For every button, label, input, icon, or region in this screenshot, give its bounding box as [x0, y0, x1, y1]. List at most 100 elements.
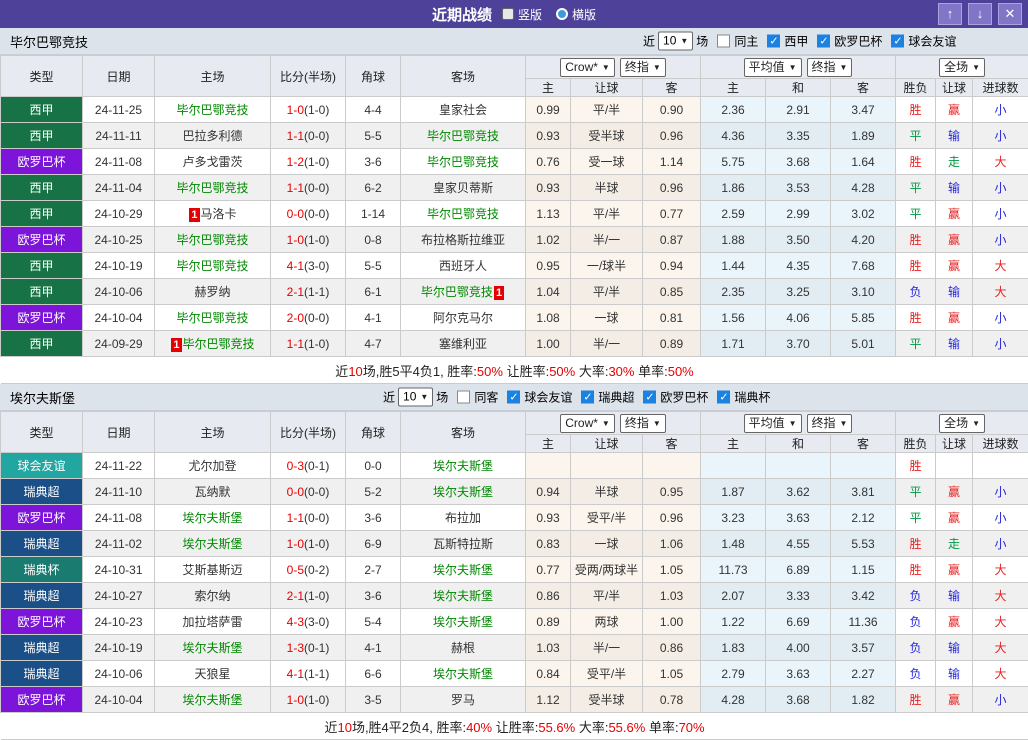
vertical-layout-radio[interactable]: 竖版 [502, 6, 542, 23]
column-header: 主场 [155, 412, 271, 453]
league-filter-checkbox[interactable] [581, 391, 594, 404]
score-cell: 1-1(0-0) [271, 175, 346, 201]
avg-home-odds: 2.36 [701, 97, 766, 123]
column-header: 主场 [155, 56, 271, 97]
full-match-select[interactable]: 全场▼ [939, 58, 985, 77]
match-row: 西甲24-10-06赫罗纳2-1(1-1)6-1毕尔巴鄂竞技11.04平/半0.… [1, 279, 1028, 305]
home-team-cell: 尤尔加登 [155, 453, 271, 479]
average-odds-select[interactable]: 平均值▼ [744, 414, 802, 433]
result-goals: 小 [973, 305, 1028, 331]
full-match-select-value: 全场 [944, 416, 968, 431]
near-count-select[interactable]: 10▼ [398, 388, 433, 407]
horizontal-layout-label: 横版 [572, 6, 596, 23]
final-odds-select[interactable]: 终指▼ [620, 58, 666, 77]
league-badge: 西甲 [1, 279, 83, 305]
home-team-cell: 赫罗纳 [155, 279, 271, 305]
league-badge: 欧罗巴杯 [1, 687, 83, 713]
avg-away-odds: 5.53 [831, 531, 896, 557]
score-cell: 2-0(0-0) [271, 305, 346, 331]
full-time-score: 0-5 [287, 563, 304, 577]
handicap-home-odds: 1.12 [526, 687, 571, 713]
near-count-select[interactable]: 10▼ [658, 32, 693, 51]
avg-home-odds: 11.73 [701, 557, 766, 583]
crow-odds-select[interactable]: Crow*▼ [560, 58, 615, 77]
away-team-cell: 埃尔夫斯堡 [401, 453, 526, 479]
summary-part: 55.6% [538, 720, 575, 735]
team-label: 毕尔巴鄂竞技 [427, 129, 499, 143]
result-goals: 小 [973, 531, 1028, 557]
result-outcome: 负 [896, 609, 936, 635]
sub-column-header: 主 [701, 435, 766, 453]
league-filter-checkbox[interactable] [817, 35, 830, 48]
corner-cell: 4-7 [346, 331, 401, 357]
half-time-score: (1-0) [304, 693, 329, 707]
score-cell: 1-2(1-0) [271, 149, 346, 175]
away-team-cell: 阿尔克马尔 [401, 305, 526, 331]
avg-away-odds: 3.47 [831, 97, 896, 123]
home-team-cell: 毕尔巴鄂竞技 [155, 97, 271, 123]
half-time-score: (0-0) [304, 511, 329, 525]
away-team-cell: 埃尔夫斯堡 [401, 583, 526, 609]
home-team-cell: 毕尔巴鄂竞技 [155, 227, 271, 253]
corner-cell: 0-8 [346, 227, 401, 253]
league-filter-label: 欧罗巴杯 [834, 33, 882, 50]
half-time-score: (0-0) [304, 129, 329, 143]
score-cell: 1-3(0-1) [271, 635, 346, 661]
same-venue-checkbox[interactable] [717, 35, 730, 48]
column-header: 客场 [401, 56, 526, 97]
league-filter-checkbox[interactable] [717, 391, 730, 404]
result-outcome: 胜 [896, 531, 936, 557]
avg-home-odds: 4.28 [701, 687, 766, 713]
team-label: 布拉加 [445, 511, 481, 525]
team-label: 天狼星 [194, 667, 230, 681]
league-filter-checkbox[interactable] [507, 391, 520, 404]
result-handicap: 赢 [936, 227, 973, 253]
match-filters: 近10▼场同主西甲欧罗巴杯球会友谊 [643, 32, 956, 51]
away-team-cell: 赫根 [401, 635, 526, 661]
handicap-line: 平/半 [571, 583, 643, 609]
chevron-down-icon: ▼ [972, 416, 980, 431]
column-header: 日期 [83, 412, 155, 453]
crow-odds-select[interactable]: Crow*▼ [560, 414, 615, 433]
match-row: 球会友谊24-11-22尤尔加登0-3(0-1)0-0埃尔夫斯堡胜 [1, 453, 1028, 479]
league-filter-checkbox[interactable] [767, 35, 780, 48]
league-filter-checkbox[interactable] [891, 35, 904, 48]
move-down-button[interactable]: ↓ [968, 3, 992, 25]
corner-cell: 6-2 [346, 175, 401, 201]
result-goals: 小 [973, 175, 1028, 201]
handicap-away-odds: 0.96 [643, 123, 701, 149]
close-button[interactable]: ✕ [998, 3, 1022, 25]
team-label: 加拉塔萨雷 [182, 615, 242, 629]
avg-draw-odds: 4.35 [766, 253, 831, 279]
avg-draw-odds: 2.99 [766, 201, 831, 227]
chevron-down-icon: ▼ [602, 60, 610, 75]
header-group-row: 类型日期主场比分(半场)角球客场Crow*▼终指▼平均值▼终指▼全场▼ [1, 412, 1028, 435]
move-up-button[interactable]: ↑ [938, 3, 962, 25]
league-filter-checkbox[interactable] [643, 391, 656, 404]
result-handicap: 输 [936, 661, 973, 687]
score-cell: 0-0(0-0) [271, 479, 346, 505]
same-venue-checkbox[interactable] [457, 391, 470, 404]
full-match-select[interactable]: 全场 ▼ [939, 414, 985, 433]
score-cell: 2-1(1-0) [271, 583, 346, 609]
red-card-marker: 1 [189, 208, 199, 222]
away-team-cell: 毕尔巴鄂竞技 [401, 149, 526, 175]
avg-away-odds: 3.02 [831, 201, 896, 227]
handicap-line: 半/一 [571, 635, 643, 661]
team-label: 埃尔夫斯堡 [433, 615, 493, 629]
sub-column-header: 客 [643, 435, 701, 453]
handicap-away-odds: 1.03 [643, 583, 701, 609]
league-badge: 西甲 [1, 253, 83, 279]
avg-home-odds: 1.88 [701, 227, 766, 253]
avg-draw-odds: 6.89 [766, 557, 831, 583]
final-odds-select[interactable]: 终指▼ [807, 58, 853, 77]
final-odds-select[interactable]: 终指▼ [807, 414, 853, 433]
team-label: 毕尔巴鄂竞技 [176, 233, 248, 247]
final-odds-select[interactable]: 终指▼ [620, 414, 666, 433]
final-odds-select-value: 终指 [625, 60, 649, 75]
average-odds-select[interactable]: 平均值▼ [744, 58, 802, 77]
horizontal-layout-radio[interactable]: 横版 [556, 6, 596, 23]
handicap-line [571, 453, 643, 479]
result-handicap: 走 [936, 531, 973, 557]
team-label: 毕尔巴鄂竞技 [176, 259, 248, 273]
